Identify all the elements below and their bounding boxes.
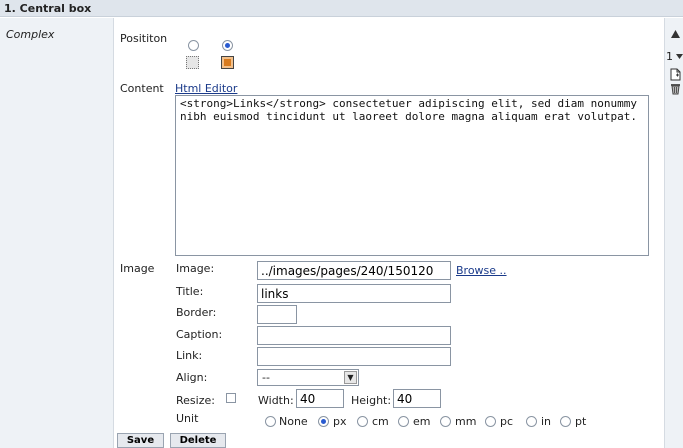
unit-field-label: Unit [176, 412, 199, 425]
left-column: Complex [0, 18, 114, 448]
image-field-label: Image: [176, 262, 215, 275]
delete-button[interactable]: Delete [170, 433, 226, 448]
link-field-label: Link: [176, 349, 203, 362]
caption-input[interactable] [257, 326, 451, 345]
height-field-label: Height: [351, 394, 392, 407]
box-type-label: Complex [6, 28, 55, 41]
section-header: 1. Central box [0, 0, 683, 17]
title-field-label: Title: [176, 285, 204, 298]
position-radio-selected[interactable] [222, 40, 233, 51]
caption-field-label: Caption: [176, 328, 223, 341]
unit-label-none: None [279, 415, 308, 428]
unit-radio-mm[interactable] [440, 416, 451, 427]
order-select[interactable]: 1 [665, 50, 683, 64]
link-input[interactable] [257, 347, 451, 366]
position-radio-none[interactable] [188, 40, 199, 51]
unit-label-pc: pc [500, 415, 514, 428]
unit-radio-pt[interactable] [560, 416, 571, 427]
unit-label-em: em [413, 415, 431, 428]
new-page-icon[interactable] [670, 68, 681, 81]
position-none-icon [186, 56, 199, 69]
position-label: Posititon [120, 32, 168, 45]
unit-radio-none[interactable] [265, 416, 276, 427]
title-input[interactable] [257, 284, 451, 303]
align-field-label: Align: [176, 371, 208, 384]
border-input[interactable] [257, 305, 297, 324]
right-toolbar: 1 [664, 18, 683, 448]
unit-radio-pc[interactable] [485, 416, 496, 427]
align-select-value: -- [262, 371, 270, 384]
chevron-down-icon [676, 54, 683, 59]
position-box-icon [221, 56, 234, 69]
height-input[interactable] [393, 389, 441, 408]
resize-checkbox[interactable] [226, 393, 236, 403]
unit-radio-cm[interactable] [357, 416, 368, 427]
unit-radio-em[interactable] [398, 416, 409, 427]
browse-link[interactable]: Browse .. [456, 264, 507, 277]
content-textarea[interactable]: <strong>Links</strong> consectetuer adip… [175, 95, 649, 256]
unit-radio-in[interactable] [526, 416, 537, 427]
unit-label-cm: cm [372, 415, 389, 428]
width-input[interactable] [296, 389, 344, 408]
unit-label-mm: mm [455, 415, 477, 428]
unit-radio-px[interactable] [318, 416, 329, 427]
border-field-label: Border: [176, 306, 217, 319]
unit-label-in: in [541, 415, 552, 428]
width-field-label: Width: [258, 394, 294, 407]
trash-icon[interactable] [670, 83, 681, 95]
unit-label-px: px [333, 415, 347, 428]
align-select[interactable]: -- ▼ [257, 369, 359, 386]
image-path-input[interactable] [257, 261, 451, 280]
resize-field-label: Resize: [176, 394, 215, 407]
save-button[interactable]: Save [117, 433, 164, 448]
move-up-icon[interactable] [671, 30, 680, 38]
image-section-label: Image [120, 262, 155, 275]
section-title: 1. Central box [4, 2, 92, 15]
unit-label-pt: pt [575, 415, 587, 428]
html-editor-link[interactable]: Html Editor [175, 82, 237, 95]
order-value: 1 [666, 50, 673, 63]
content-label: Content [120, 82, 164, 95]
chevron-down-icon: ▼ [344, 371, 357, 384]
